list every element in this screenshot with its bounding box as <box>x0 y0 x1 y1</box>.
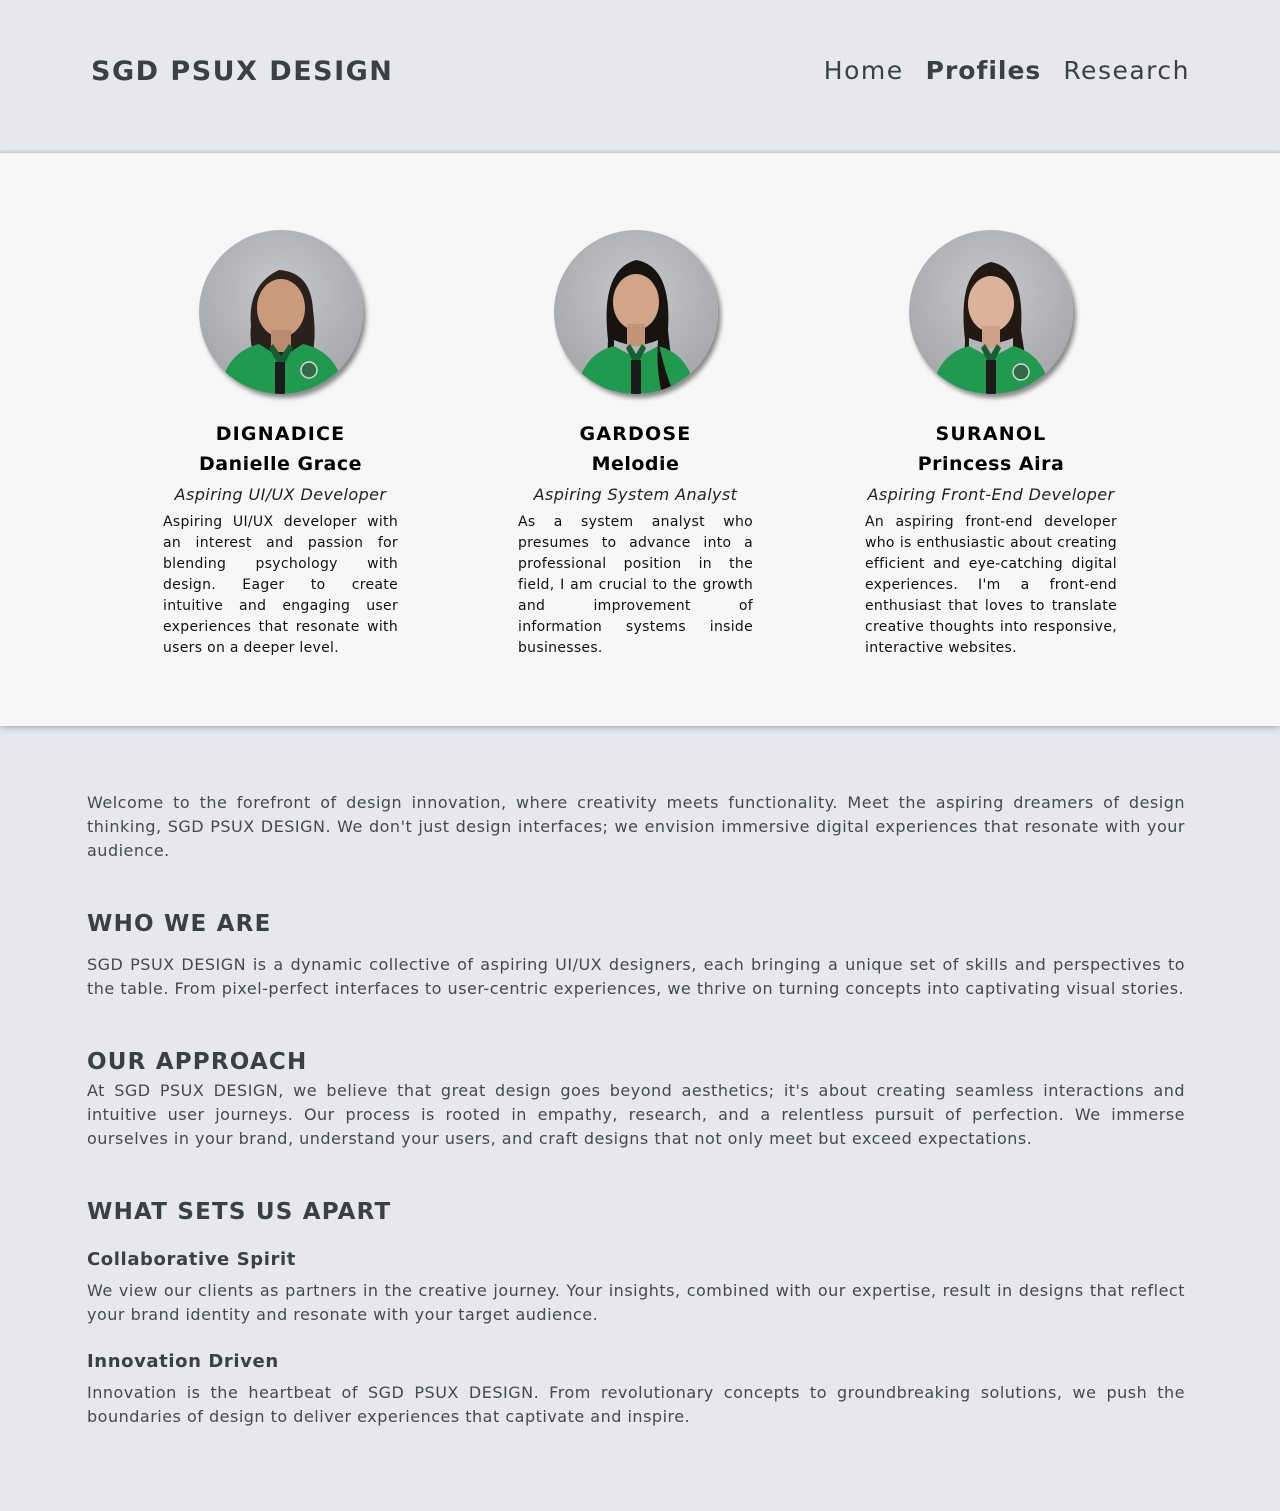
profile-first-name: Melodie <box>591 453 680 475</box>
nav-research-link[interactable]: Research <box>1063 56 1190 85</box>
site-header: SGD PSUX DESIGN Home Profiles Research <box>0 0 1280 153</box>
profile-role: Aspiring UI/UX Developer <box>174 485 387 504</box>
profile-last-name: SURANOL <box>935 423 1047 445</box>
nav-profiles-link[interactable]: Profiles <box>926 56 1042 85</box>
person-portrait-icon <box>575 260 696 394</box>
what-sets-us-apart-heading: WHAT SETS US APART <box>87 1199 392 1225</box>
collaborative-spirit-heading: Collaborative Spirit <box>87 1249 296 1270</box>
profile-photo <box>553 230 718 394</box>
profile-first-name: Danielle Grace <box>199 453 362 475</box>
profile-last-name: DIGNADICE <box>215 423 346 445</box>
profile-role: Aspiring Front-End Developer <box>867 485 1115 504</box>
our-approach-text: At SGD PSUX DESIGN, we believe that grea… <box>87 1081 1185 1148</box>
about-content: Welcome to the forefront of design innov… <box>87 791 1185 1429</box>
profile-card: DIGNADICE Danielle Grace Aspiring UI/UX … <box>163 230 398 659</box>
profile-bio: Aspiring UI/UX developer with an interes… <box>163 514 398 656</box>
profile-photo <box>909 230 1073 394</box>
main-nav: Home Profiles Research <box>824 56 1190 85</box>
collaborative-spirit-text: We view our clients as partners in the c… <box>87 1281 1185 1324</box>
person-portrait-icon <box>931 262 1051 394</box>
innovation-driven-text: Innovation is the heartbeat of SGD PSUX … <box>87 1383 1185 1426</box>
nav-home-link[interactable]: Home <box>824 56 904 85</box>
who-we-are-text: SGD PSUX DESIGN is a dynamic collective … <box>87 955 1185 998</box>
profile-bio: As a system analyst who presumes to adva… <box>518 514 753 656</box>
profile-card: SURANOL Princess Aira Aspiring Front-End… <box>865 230 1117 659</box>
our-approach-heading: OUR APPROACH <box>87 1049 308 1075</box>
profiles-section: DIGNADICE Danielle Grace Aspiring UI/UX … <box>0 153 1280 726</box>
person-portrait-icon <box>218 270 345 394</box>
profile-card: GARDOSE Melodie Aspiring System Analyst … <box>518 230 753 659</box>
profile-bio: An aspiring front-end developer who is e… <box>865 514 1117 656</box>
profile-first-name: Princess Aira <box>917 453 1065 475</box>
profile-last-name: GARDOSE <box>579 423 692 445</box>
innovation-driven-heading: Innovation Driven <box>87 1351 279 1372</box>
profile-photo <box>198 230 363 394</box>
brand-logo-text[interactable]: SGD PSUX DESIGN <box>91 56 393 87</box>
intro-paragraph: Welcome to the forefront of design innov… <box>87 793 1185 860</box>
who-we-are-heading: WHO WE ARE <box>87 911 272 937</box>
profile-role: Aspiring System Analyst <box>533 485 738 504</box>
